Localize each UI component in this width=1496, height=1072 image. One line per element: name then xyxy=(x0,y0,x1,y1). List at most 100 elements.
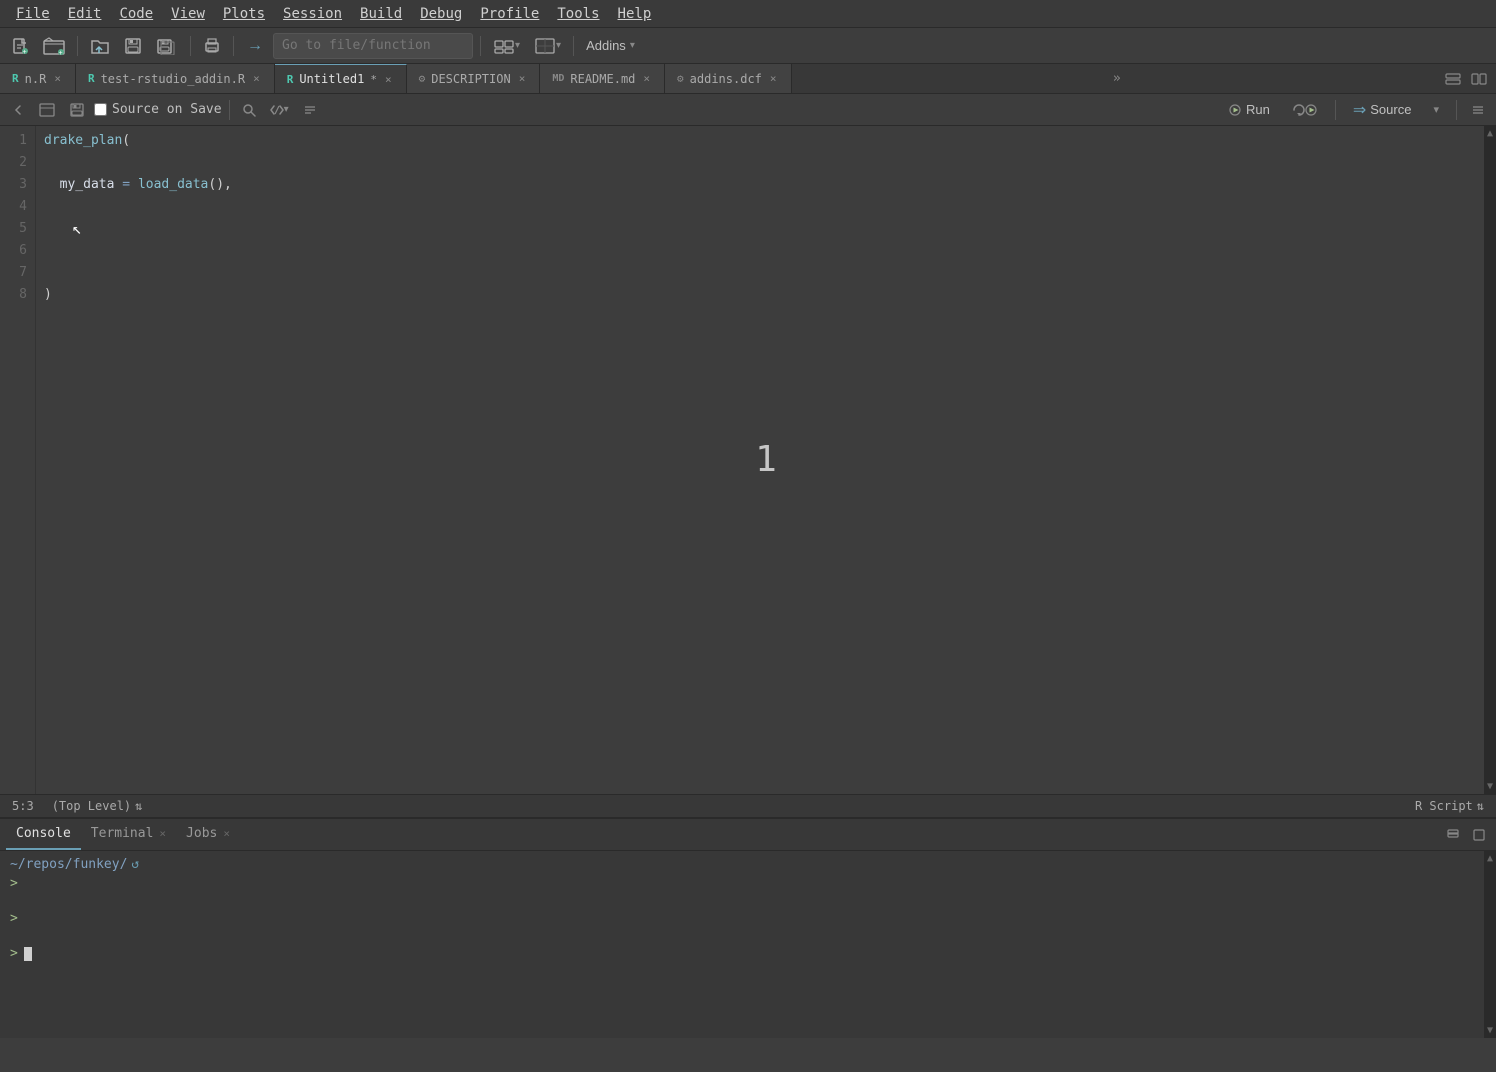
source-on-save-checkbox-label[interactable]: Source on Save xyxy=(94,102,222,117)
menu-session[interactable]: Session xyxy=(275,4,350,24)
code-line-7 xyxy=(44,262,1488,284)
jobs-tab-close[interactable]: × xyxy=(223,827,230,840)
source-dropdown-button[interactable]: ▾ xyxy=(1425,98,1447,122)
scroll-down-arrow[interactable]: ▼ xyxy=(1484,779,1496,794)
line-num-1: 1 xyxy=(4,130,27,152)
line-num-4: 4 xyxy=(4,196,27,218)
code-fn-drake-plan: drake_plan xyxy=(44,130,122,152)
source-button[interactable]: ⇒ Source xyxy=(1345,98,1420,122)
plot-view-button[interactable]: ▾ xyxy=(529,32,566,60)
editor-secondary-toolbar: Source on Save ▾ Run xyxy=(0,94,1496,126)
new-script-button[interactable]: + xyxy=(6,32,34,60)
code-tools-button[interactable]: ▾ xyxy=(265,98,294,122)
tab-nr-close[interactable]: × xyxy=(52,71,63,86)
console-scroll-up[interactable]: ▲ xyxy=(1484,851,1496,866)
menu-bar: File Edit Code View Plots Session Build … xyxy=(0,0,1496,28)
print-button[interactable] xyxy=(198,32,226,60)
menu-debug[interactable]: Debug xyxy=(412,4,470,24)
menu-code[interactable]: Code xyxy=(111,4,161,24)
source-on-save-checkbox[interactable] xyxy=(94,103,107,116)
panel-options-button[interactable] xyxy=(1466,98,1490,122)
tabs-overflow-button[interactable]: » xyxy=(1105,64,1129,93)
tab-readme[interactable]: MD README.md × xyxy=(540,64,665,93)
open-file-button[interactable] xyxy=(85,32,115,60)
console-tab-label: Console xyxy=(16,826,71,841)
tab-test-rstudio-addin[interactable]: R test-rstudio_addin.R × xyxy=(76,64,275,93)
editor-scrollbar[interactable]: ▲ ▼ xyxy=(1484,126,1496,794)
tab-description[interactable]: ⚙ DESCRIPTION × xyxy=(407,64,541,93)
doc-outline-button[interactable] xyxy=(298,98,322,122)
maximize-bottom-button[interactable] xyxy=(1468,824,1490,846)
addins-label: Addins xyxy=(586,38,626,53)
cursor-arrow: ↖ xyxy=(72,218,82,240)
show-in-pane-button[interactable] xyxy=(34,98,60,122)
code-line-5: ↖ xyxy=(44,218,1488,240)
save-script-button[interactable] xyxy=(64,98,90,122)
console-content[interactable]: ~/repos/funkey/ ↺ > > > ▲ ▼ xyxy=(0,851,1496,1038)
terminal-tab[interactable]: Terminal × xyxy=(81,819,176,850)
console-tab[interactable]: Console xyxy=(6,819,81,850)
prompt-symbol-2: > xyxy=(10,911,18,926)
console-scroll-down[interactable]: ▼ xyxy=(1484,1023,1496,1038)
addins-button[interactable]: Addins ▾ xyxy=(581,32,640,60)
menu-profile[interactable]: Profile xyxy=(472,4,547,24)
menu-help[interactable]: Help xyxy=(610,4,660,24)
file-type-chevron-icon: ⇅ xyxy=(1477,799,1484,813)
workspace-button[interactable]: ▾ xyxy=(488,32,525,60)
console-refresh-icon[interactable]: ↺ xyxy=(131,857,139,872)
terminal-tab-close[interactable]: × xyxy=(159,827,166,840)
goto-field[interactable]: Go to file/function xyxy=(273,33,473,59)
final-sep xyxy=(1456,100,1457,120)
tab-description-close[interactable]: × xyxy=(517,71,528,86)
line-num-8: 8 xyxy=(4,284,27,306)
console-prompt-3: > xyxy=(10,946,1486,961)
goto-placeholder: Go to file/function xyxy=(282,38,431,53)
file-type-indicator[interactable]: R Script ⇅ xyxy=(1415,799,1484,813)
tab-addins-label: addins.dcf xyxy=(690,72,762,86)
goto-button[interactable]: → xyxy=(241,32,269,60)
line-num-3: 3 xyxy=(4,174,27,196)
save-all-button[interactable] xyxy=(151,32,183,60)
toolbar-separator-5 xyxy=(573,36,574,56)
tab-test-close[interactable]: × xyxy=(251,71,262,86)
editor-right-toolbar: Run ⇒ Source ▾ xyxy=(1220,98,1490,122)
re-run-button[interactable] xyxy=(1284,98,1326,122)
status-bar: 5:3 (Top Level) ⇅ R Script ⇅ xyxy=(0,794,1496,818)
scope-text: (Top Level) xyxy=(52,799,131,813)
find-button[interactable] xyxy=(237,98,261,122)
scroll-up-arrow[interactable]: ▲ xyxy=(1484,126,1496,141)
tab-untitled1[interactable]: R Untitled1 * × xyxy=(275,64,407,93)
scope-selector[interactable]: (Top Level) ⇅ xyxy=(46,797,149,815)
back-button[interactable] xyxy=(6,98,30,122)
tab-test-icon: R xyxy=(88,72,95,85)
menu-plots[interactable]: Plots xyxy=(215,4,273,24)
split-down-button[interactable] xyxy=(1442,68,1464,90)
code-var-mydata: my_data xyxy=(60,174,115,196)
tab-nr[interactable]: R n.R × xyxy=(0,64,76,93)
run-button[interactable]: Run xyxy=(1220,98,1278,122)
menu-build[interactable]: Build xyxy=(352,4,410,24)
toolbar-separator-3 xyxy=(233,36,234,56)
split-right-button[interactable] xyxy=(1468,68,1490,90)
jobs-tab[interactable]: Jobs × xyxy=(176,819,240,850)
menu-file[interactable]: File xyxy=(8,4,58,24)
tab-addins-dcf[interactable]: ⚙ addins.dcf × xyxy=(665,64,792,93)
tab-addins-close[interactable]: × xyxy=(768,71,779,86)
line-num-5: 5 xyxy=(4,218,27,240)
save-button[interactable] xyxy=(119,32,147,60)
run-label: Run xyxy=(1246,102,1270,117)
code-editor[interactable]: drake_plan( my_data = load_data(), ↖ ) 1 xyxy=(36,126,1496,794)
new-project-button[interactable]: + xyxy=(38,32,70,60)
tab-readme-close[interactable]: × xyxy=(641,71,652,86)
menu-tools[interactable]: Tools xyxy=(549,4,607,24)
line-num-2: 2 xyxy=(4,152,27,174)
code-line-1: drake_plan( xyxy=(44,130,1488,152)
console-blank xyxy=(10,891,1486,911)
minimize-bottom-button[interactable] xyxy=(1442,824,1464,846)
editor-toolbar-sep xyxy=(229,100,230,120)
code-line-6 xyxy=(44,240,1488,262)
menu-edit[interactable]: Edit xyxy=(60,4,110,24)
tab-untitled1-close[interactable]: × xyxy=(383,72,394,87)
menu-view[interactable]: View xyxy=(163,4,213,24)
console-scrollbar[interactable]: ▲ ▼ xyxy=(1484,851,1496,1038)
